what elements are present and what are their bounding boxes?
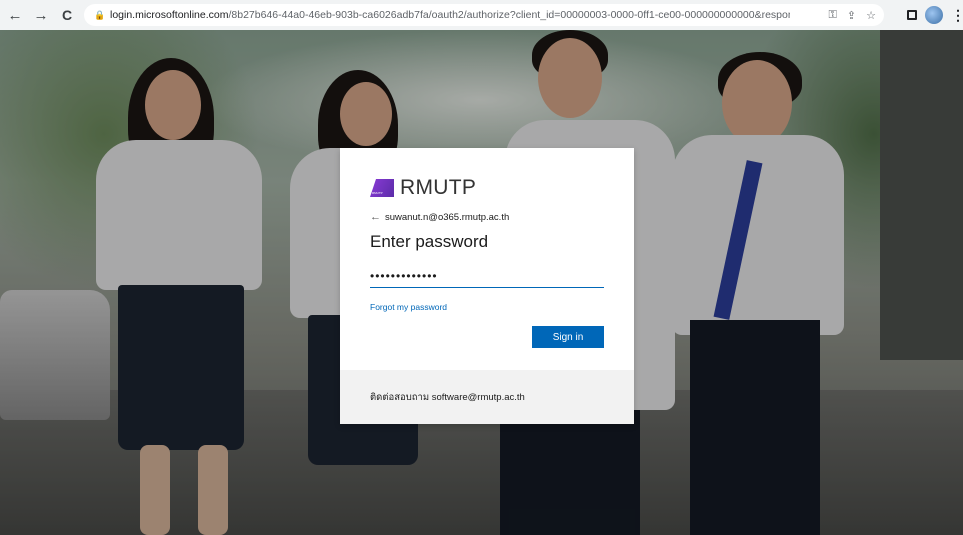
forward-icon[interactable]: →: [30, 4, 52, 26]
share-icon[interactable]: ⇪: [847, 9, 856, 22]
login-card: RMUTP RMUTP ← suwanut.n@o365.rmutp.ac.th…: [340, 148, 634, 424]
key-icon[interactable]: ⚿: [829, 9, 837, 22]
address-bar-actions: ⚿ ⇪ ☆: [829, 4, 876, 26]
identity-banner[interactable]: ← suwanut.n@o365.rmutp.ac.th: [370, 210, 604, 224]
url-domain: login.microsoftonline.com: [110, 9, 229, 21]
side-panel-icon[interactable]: [907, 10, 917, 20]
url-text[interactable]: login.microsoftonline.com/8b27b646-44a0-…: [110, 9, 790, 21]
reload-icon[interactable]: C: [56, 4, 78, 26]
identity-email: suwanut.n@o365.rmutp.ac.th: [385, 211, 510, 223]
browser-toolbar: ← → C 🔒 login.microsoftonline.com/8b27b6…: [0, 0, 963, 30]
menu-icon[interactable]: ⋮: [951, 7, 963, 24]
contact-footer: ติดต่อสอบถาม software@rmutp.ac.th: [340, 370, 634, 424]
rmutp-logo-icon: RMUTP: [370, 179, 394, 197]
forgot-password-link[interactable]: Forgot my password: [370, 302, 604, 314]
sign-in-button[interactable]: Sign in: [532, 326, 604, 348]
brand-header: RMUTP RMUTP: [370, 176, 604, 200]
browser-actions: ⋮: [907, 4, 963, 26]
back-icon[interactable]: ←: [4, 4, 26, 26]
address-bar[interactable]: 🔒 login.microsoftonline.com/8b27b646-44a…: [84, 4, 884, 26]
star-icon[interactable]: ☆: [866, 9, 876, 22]
url-path: /8b27b646-44a0-46eb-903b-ca6026adb7fa/oa…: [228, 9, 790, 21]
actions-row: Sign in: [370, 326, 604, 348]
profile-avatar-icon[interactable]: [925, 6, 943, 24]
brand-name: RMUTP: [400, 176, 477, 199]
page-title: Enter password: [370, 232, 489, 251]
login-card-body: RMUTP RMUTP ← suwanut.n@o365.rmutp.ac.th…: [340, 148, 634, 370]
password-input[interactable]: [370, 264, 604, 288]
logo-caption: RMUTP: [372, 191, 383, 195]
back-arrow-icon[interactable]: ←: [370, 211, 381, 223]
lock-icon[interactable]: 🔒: [94, 10, 105, 20]
